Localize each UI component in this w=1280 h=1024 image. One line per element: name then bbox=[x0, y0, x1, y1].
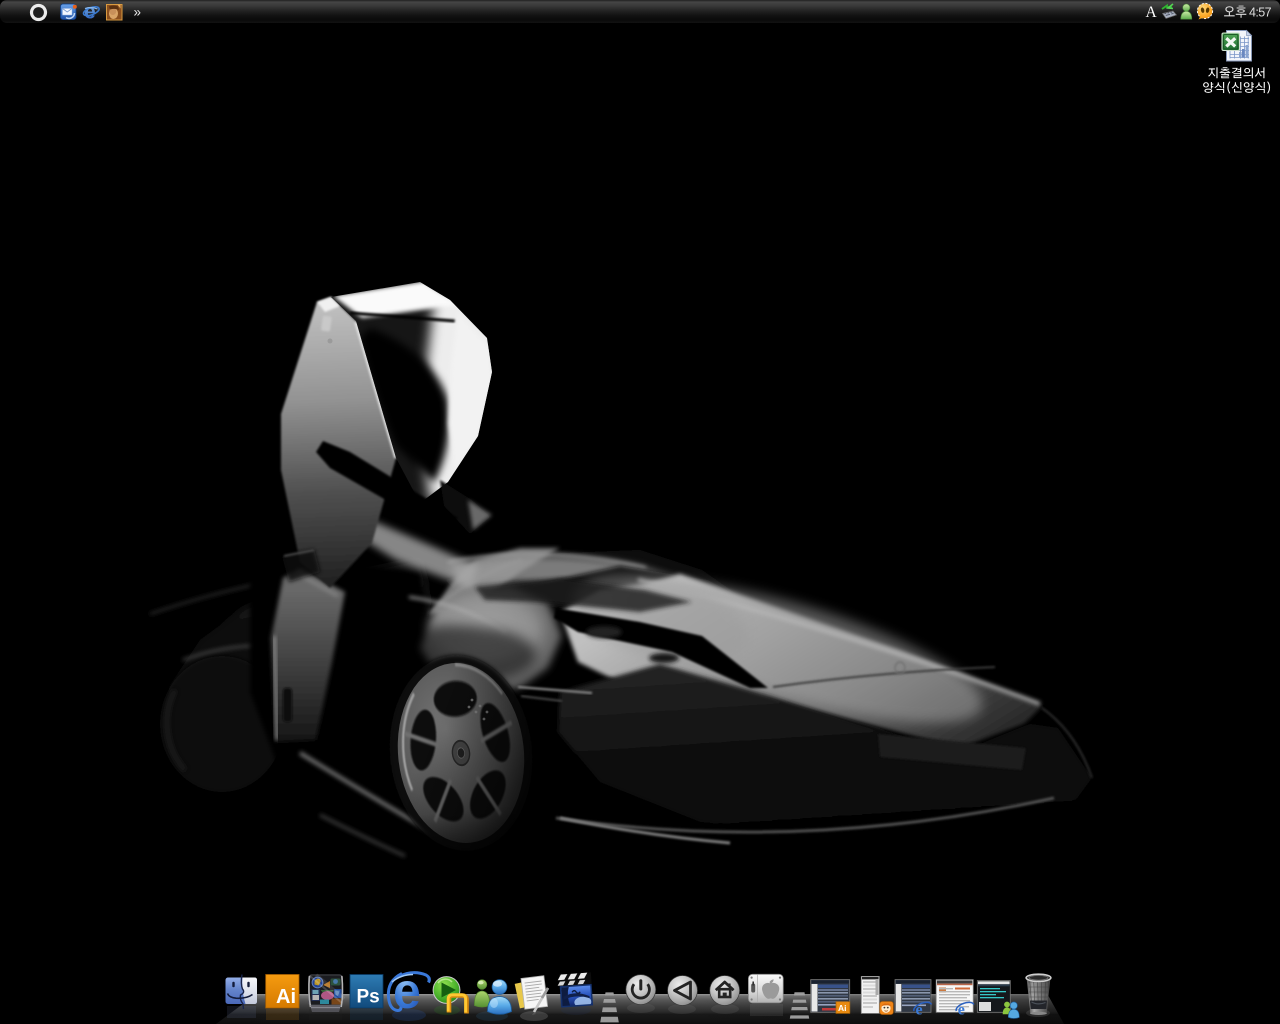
svg-text:e: e bbox=[393, 963, 421, 1019]
svg-text:Ai: Ai bbox=[838, 1003, 847, 1013]
svg-text:Ai: Ai bbox=[276, 986, 296, 1008]
svg-text:A: A bbox=[1146, 4, 1158, 21]
svg-text:Ps: Ps bbox=[357, 987, 380, 1008]
svg-text:4:57: 4:57 bbox=[1249, 6, 1272, 20]
svg-text:e: e bbox=[84, 1, 96, 24]
svg-text:»: » bbox=[134, 5, 142, 20]
